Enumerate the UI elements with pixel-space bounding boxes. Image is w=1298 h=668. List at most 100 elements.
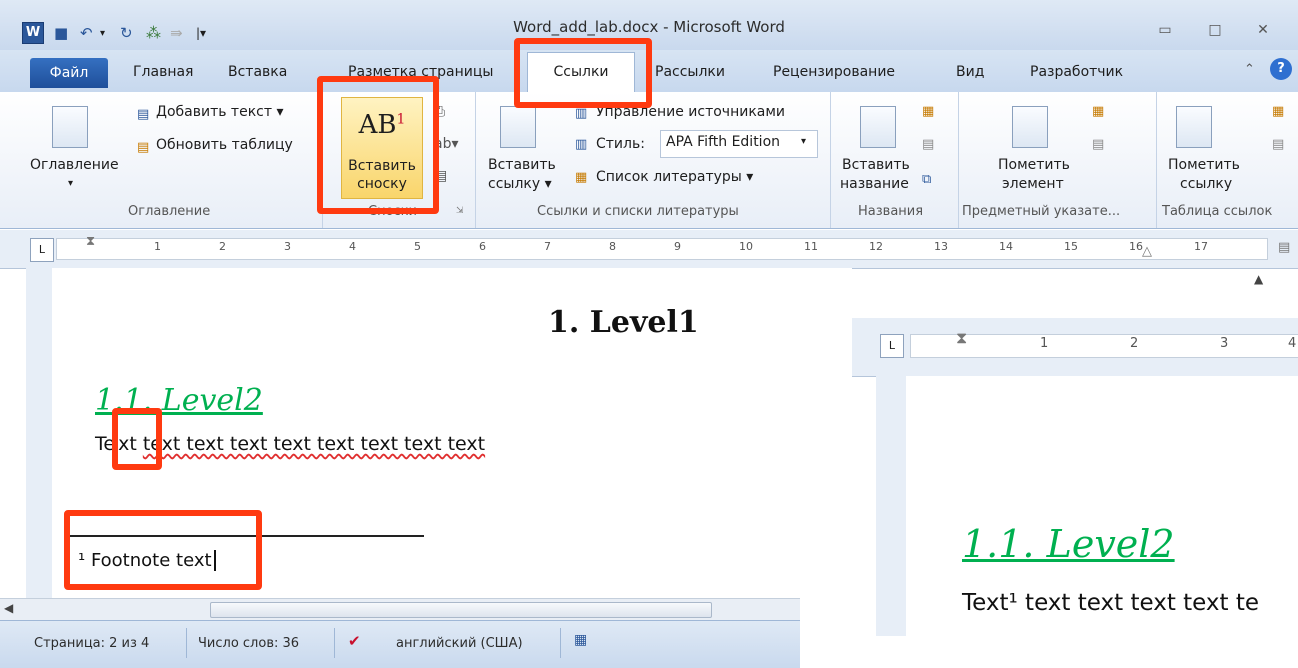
maximize-icon[interactable]: □ bbox=[1200, 22, 1230, 38]
ruler-number: 16 bbox=[1129, 240, 1143, 253]
inset-tab-selector[interactable]: L bbox=[880, 334, 904, 358]
ruler-number: 17 bbox=[1194, 240, 1208, 253]
view-ruler-icon[interactable]: ▤ bbox=[1278, 240, 1290, 255]
inset-bottom-strip bbox=[852, 636, 1298, 667]
vertical-ruler bbox=[26, 268, 53, 598]
ruler-number: 11 bbox=[804, 240, 818, 253]
mark-citation-icon[interactable] bbox=[1176, 106, 1212, 148]
group-separator bbox=[958, 92, 959, 228]
proofing-icon[interactable]: ✔︎ bbox=[348, 632, 361, 650]
ruler-number: 6 bbox=[479, 240, 486, 253]
heading-level1[interactable]: 1. Level1 bbox=[548, 305, 699, 340]
status-separator bbox=[186, 628, 187, 658]
inset-indent-marker: ⧗ bbox=[956, 328, 968, 347]
ruler-number: 4 bbox=[349, 240, 356, 253]
insert-index-icon[interactable]: ▦ bbox=[1092, 104, 1104, 119]
inset-ruler-number: 3 bbox=[1220, 336, 1229, 351]
tab-developer[interactable]: Разработчик bbox=[1030, 64, 1123, 80]
status-separator bbox=[334, 628, 335, 658]
ruler-number: 15 bbox=[1064, 240, 1078, 253]
mark-entry-label-2[interactable]: элемент bbox=[1002, 176, 1064, 192]
add-text-icon: ▤ bbox=[137, 107, 150, 122]
ruler-number: 1 bbox=[154, 240, 161, 253]
insert-caption-icon[interactable] bbox=[860, 106, 896, 148]
tab-review[interactable]: Рецензирование bbox=[773, 64, 895, 80]
update-table-button[interactable]: Обновить таблицу bbox=[156, 137, 293, 153]
highlight-insert-footnote bbox=[317, 76, 439, 214]
status-page[interactable]: Страница: 2 из 4 bbox=[34, 636, 149, 651]
update-toa-icon[interactable]: ▤ bbox=[1272, 137, 1284, 152]
highlight-references-tab bbox=[514, 38, 652, 108]
update-table-of-figures-icon[interactable]: ▤ bbox=[922, 137, 934, 152]
status-words[interactable]: Число слов: 36 bbox=[198, 636, 299, 651]
group-label-captions: Названия bbox=[858, 204, 924, 219]
toc-button-label[interactable]: Оглавление bbox=[30, 157, 119, 173]
window-title: Word_add_lab.docx - Microsoft Word bbox=[513, 18, 785, 36]
inset-ruler-number: 2 bbox=[1130, 336, 1139, 351]
insert-toa-icon[interactable]: ▦ bbox=[1272, 104, 1284, 119]
insert-citation-label-2[interactable]: ссылку ▾ bbox=[488, 176, 552, 192]
group-separator bbox=[830, 92, 831, 228]
ruler-number: 9 bbox=[674, 240, 681, 253]
tab-insert[interactable]: Вставка bbox=[228, 64, 287, 80]
status-language[interactable]: английский (США) bbox=[396, 636, 523, 651]
ruler-number: 14 bbox=[999, 240, 1013, 253]
group-label-citations: Ссылки и списки литературы bbox=[537, 204, 739, 219]
collapse-ribbon-icon[interactable]: ⌃ bbox=[1244, 62, 1255, 77]
tab-selector[interactable]: L bbox=[30, 238, 54, 262]
manage-sources-icon: ▥ bbox=[575, 106, 588, 121]
toc-dropdown-icon[interactable]: ▾ bbox=[68, 178, 73, 189]
citation-style-value: APA Fifth Edition bbox=[666, 134, 781, 150]
insert-citation-label-1[interactable]: Вставить bbox=[488, 157, 556, 173]
ruler-number: 12 bbox=[869, 240, 883, 253]
bibliography-button[interactable]: Список литературы ▾ bbox=[596, 169, 753, 185]
insert-citation-icon[interactable] bbox=[500, 106, 536, 148]
ruler-strip[interactable] bbox=[56, 238, 1268, 260]
style-label: Стиль: bbox=[596, 136, 645, 152]
group-label-index: Предметный указате... bbox=[962, 204, 1121, 219]
ruler-number: 13 bbox=[934, 240, 948, 253]
help-icon[interactable]: ? bbox=[1270, 58, 1292, 80]
horizontal-scroll-thumb[interactable] bbox=[210, 602, 712, 618]
status-separator bbox=[560, 628, 561, 658]
vertical-scrollbar-up-icon[interactable]: ▲ bbox=[1254, 272, 1263, 286]
scroll-left-icon[interactable]: ◀ bbox=[4, 601, 13, 615]
tab-view[interactable]: Вид bbox=[956, 64, 984, 80]
inset-ruler-number: 4 bbox=[1288, 336, 1297, 351]
group-label-toa: Таблица ссылок bbox=[1162, 204, 1273, 219]
inset-body-text: Text¹ text text text text te bbox=[962, 590, 1260, 616]
style-icon: ▥ bbox=[575, 137, 588, 152]
first-line-indent-marker[interactable]: ⧗ bbox=[86, 234, 95, 249]
mark-citation-label-1[interactable]: Пометить bbox=[1168, 157, 1240, 173]
ruler-number: 5 bbox=[414, 240, 421, 253]
tab-home[interactable]: Главная bbox=[133, 64, 193, 80]
mark-citation-label-2[interactable]: ссылку bbox=[1180, 176, 1232, 192]
inset-ruler-number: 1 bbox=[1040, 336, 1049, 351]
minimize-icon[interactable]: ▭ bbox=[1150, 22, 1180, 38]
update-index-icon[interactable]: ▤ bbox=[1092, 137, 1104, 152]
group-separator bbox=[475, 92, 476, 228]
macro-record-icon[interactable]: ▦ bbox=[574, 632, 587, 648]
insert-table-of-figures-icon[interactable]: ▦ bbox=[922, 104, 934, 119]
inset-heading-level2: 1.1. Level2 bbox=[962, 522, 1175, 566]
footnotes-dialog-launcher-icon[interactable]: ⇲ bbox=[456, 206, 464, 216]
update-table-icon: ▤ bbox=[137, 140, 150, 155]
insert-caption-label-1[interactable]: Вставить bbox=[842, 157, 910, 173]
table-of-contents-icon[interactable] bbox=[52, 106, 88, 148]
mark-entry-icon[interactable] bbox=[1012, 106, 1048, 148]
tab-file[interactable]: Файл bbox=[30, 58, 108, 88]
group-label-toc: Оглавление bbox=[128, 204, 211, 219]
ruler-number: 10 bbox=[739, 240, 753, 253]
citation-style-select[interactable]: APA Fifth Edition ▾ bbox=[660, 130, 818, 158]
insert-caption-label-2[interactable]: название bbox=[840, 176, 909, 192]
ruler-number: 7 bbox=[544, 240, 551, 253]
tab-mailings[interactable]: Рассылки bbox=[655, 64, 725, 80]
mark-entry-label-1[interactable]: Пометить bbox=[998, 157, 1070, 173]
cross-reference-icon[interactable]: ⧉ bbox=[922, 172, 931, 187]
highlight-footnote-text bbox=[64, 510, 262, 590]
add-text-button[interactable]: Добавить текст ▾ bbox=[156, 104, 283, 120]
highlight-cursor-position bbox=[112, 408, 162, 470]
inset-ruler-strip bbox=[910, 334, 1298, 358]
close-icon[interactable]: ✕ bbox=[1248, 22, 1278, 38]
right-indent-marker[interactable]: △ bbox=[1142, 244, 1152, 259]
